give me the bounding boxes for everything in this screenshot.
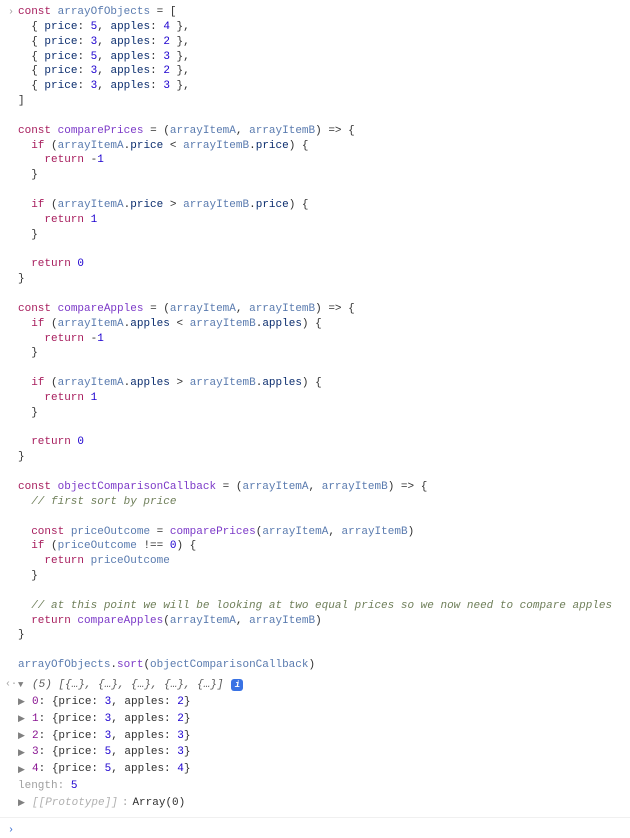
prototype-row[interactable]: ▶ [[Prototype]]: Array(0) xyxy=(18,795,243,812)
array-summary-row[interactable]: ▼ (5) [{…}, {…}, {…}, {…}, {…}] i xyxy=(18,677,243,694)
disclosure-triangle-right-icon[interactable]: ▶ xyxy=(18,696,28,708)
array-length-row: length: 5 xyxy=(18,778,243,795)
info-badge-icon[interactable]: i xyxy=(231,679,243,691)
console-input-code[interactable]: const arrayOfObjects = [ { price: 5, app… xyxy=(18,5,626,673)
prototype-label: [[Prototype]] xyxy=(32,797,118,809)
console-output-row: ‹· ▼ (5) [{…}, {…}, {…}, {…}, {…}] i ▶0:… xyxy=(0,676,630,813)
devtools-console: › const arrayOfObjects = [ { price: 5, a… xyxy=(0,0,630,838)
disclosure-triangle-down-icon[interactable]: ▼ xyxy=(18,679,28,691)
disclosure-triangle-right-icon[interactable]: ▶ xyxy=(18,730,28,742)
array-item-row[interactable]: ▶4: {price: 5, apples: 4} xyxy=(18,761,243,778)
array-item-row[interactable]: ▶3: {price: 5, apples: 3} xyxy=(18,744,243,761)
input-prompt-icon: › xyxy=(4,823,18,838)
array-summary: (5) [{…}, {…}, {…}, {…}, {…}] xyxy=(32,678,223,693)
array-item-row[interactable]: ▶0: {price: 3, apples: 2} xyxy=(18,694,243,711)
array-item-row[interactable]: ▶2: {price: 3, apples: 3} xyxy=(18,728,243,745)
array-item-row[interactable]: ▶1: {price: 3, apples: 2} xyxy=(18,711,243,728)
console-output: ▼ (5) [{…}, {…}, {…}, {…}, {…}] i ▶0: {p… xyxy=(18,677,243,812)
console-empty-prompt[interactable]: › xyxy=(0,822,630,838)
disclosure-triangle-right-icon[interactable]: ▶ xyxy=(18,764,28,776)
divider xyxy=(0,817,630,818)
length-value: 5 xyxy=(71,780,78,792)
length-label: length xyxy=(18,780,58,792)
disclosure-triangle-right-icon[interactable]: ▶ xyxy=(18,747,28,759)
disclosure-triangle-right-icon[interactable]: ▶ xyxy=(18,713,28,725)
array-items: ▶0: {price: 3, apples: 2}▶1: {price: 3, … xyxy=(18,694,243,778)
console-input-row: › const arrayOfObjects = [ { price: 5, a… xyxy=(0,4,630,674)
prototype-value: Array(0) xyxy=(132,796,185,811)
disclosure-triangle-right-icon[interactable]: ▶ xyxy=(18,797,28,809)
output-prompt-icon: ‹· xyxy=(4,677,18,692)
input-prompt-icon: › xyxy=(4,5,18,20)
